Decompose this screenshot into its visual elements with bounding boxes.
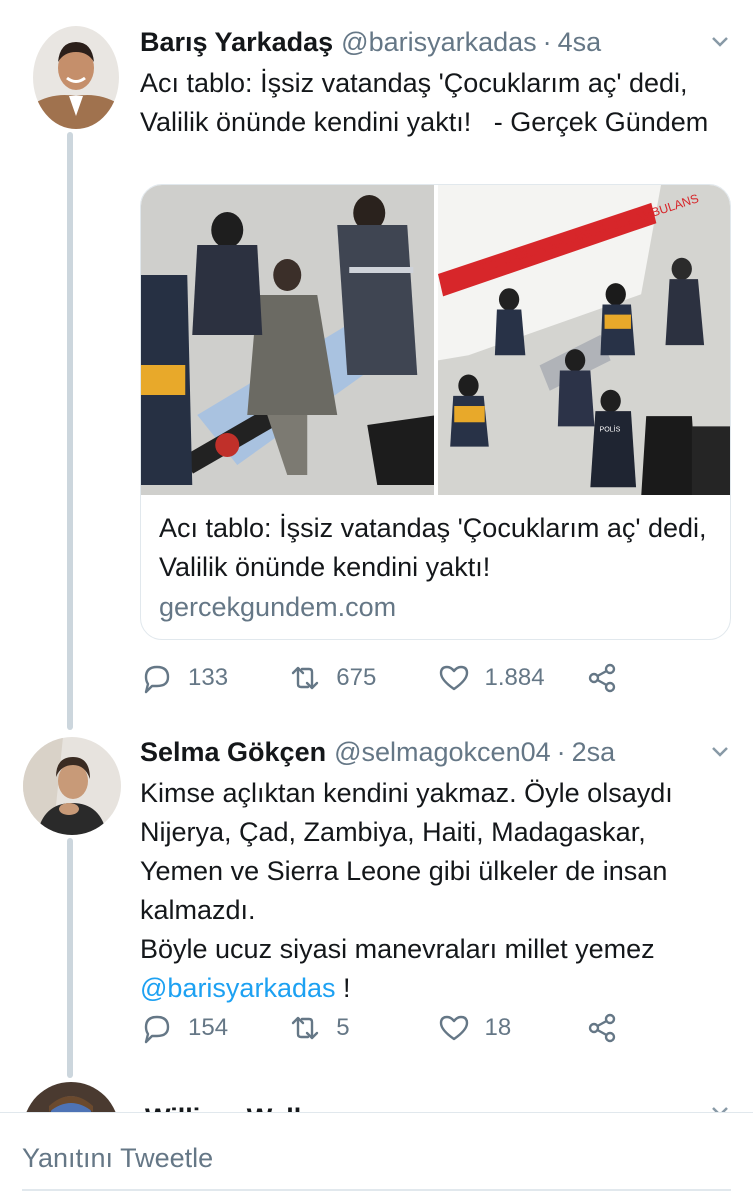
reply-button[interactable]: 154 [140, 1011, 288, 1045]
like-button[interactable]: 18 [437, 1011, 585, 1045]
tweet-actions: 133 675 1.884 [140, 658, 733, 698]
reply-composer-bar[interactable]: Yanıtını Tweetle [0, 1112, 753, 1200]
tweet-header: Selma Gökçen @selmagokcen04 · 2sa [140, 730, 733, 774]
tweet-body: Kimse açlıktan kendini yakmaz. Öyle olsa… [140, 778, 673, 964]
card-domain: gercekgundem.com [159, 592, 397, 622]
heart-icon [439, 665, 468, 691]
tweet[interactable]: Selma Gökçen @selmagokcen04 · 2sa Kimse … [140, 730, 733, 1008]
share-button[interactable] [585, 1011, 733, 1045]
card-image-left [141, 185, 434, 495]
tweet-actions: 154 5 18 [140, 1008, 733, 1048]
reply-input[interactable]: Yanıtını Tweetle [22, 1143, 213, 1174]
separator-dot: · [542, 26, 552, 57]
retweet-icon [292, 1016, 319, 1040]
retweet-count: 5 [336, 1014, 350, 1041]
author-handle[interactable]: @barisyarkadas [341, 27, 537, 58]
author-name[interactable]: Selma Gökçen [140, 737, 326, 768]
retweet-icon [292, 666, 319, 690]
chevron-down-icon[interactable] [711, 36, 729, 48]
thread-line [67, 132, 73, 730]
reply-icon [144, 665, 170, 694]
author-name[interactable]: Barış Yarkadaş [140, 27, 333, 58]
reply-button[interactable]: 133 [140, 661, 288, 695]
reply-icon [144, 1015, 170, 1044]
like-count: 18 [484, 1014, 512, 1041]
retweet-count: 675 [336, 664, 377, 691]
like-count: 1.884 [484, 664, 545, 691]
share-icon [588, 663, 615, 693]
like-button[interactable]: 1.884 [437, 661, 585, 695]
retweet-button[interactable]: 675 [288, 661, 436, 695]
timestamp[interactable]: 2sa [572, 737, 616, 768]
card-image-right: T.C. SAĞLIK BAKANLIĞI 112 AMBULANS POLİS [437, 185, 730, 495]
author-handle[interactable]: @selmagokcen04 [334, 737, 551, 768]
tweet-text: Acı tablo: İşsiz vatandaş 'Çocuklarım aç… [140, 68, 709, 137]
reply-input-underline [22, 1189, 731, 1191]
tweet[interactable]: Barış Yarkadaş @barisyarkadas · 4sa Acı … [140, 20, 733, 142]
share-button[interactable] [585, 661, 733, 695]
thread-line [67, 838, 73, 1078]
reply-count: 133 [188, 664, 229, 691]
tweet-header: Barış Yarkadaş @barisyarkadas · 4sa [140, 20, 733, 64]
heart-icon [439, 1015, 468, 1041]
police-text: POLİS [599, 424, 620, 433]
timestamp[interactable]: 4sa [558, 27, 602, 58]
tweet-text: Kimse açlıktan kendini yakmaz. Öyle olsa… [140, 774, 733, 1008]
mention-link[interactable]: @barisyarkadas [140, 973, 336, 1003]
avatar-barisyarkadas[interactable] [33, 26, 119, 129]
avatar-selmagokcen04[interactable] [23, 737, 121, 835]
tweet-suffix: ! [335, 973, 351, 1003]
retweet-button[interactable]: 5 [288, 1011, 436, 1045]
reply-count: 154 [188, 1014, 229, 1041]
share-icon [588, 1013, 615, 1043]
card-title: Acı tablo: İşsiz vatandaş 'Çocuklarım aç… [159, 513, 707, 582]
chevron-down-icon[interactable] [711, 746, 729, 758]
author-name[interactable]: William Wallace [145, 1098, 346, 1112]
link-card[interactable]: T.C. SAĞLIK BAKANLIĞI 112 AMBULANS POLİS [140, 184, 731, 640]
separator-dot: · [556, 736, 566, 767]
